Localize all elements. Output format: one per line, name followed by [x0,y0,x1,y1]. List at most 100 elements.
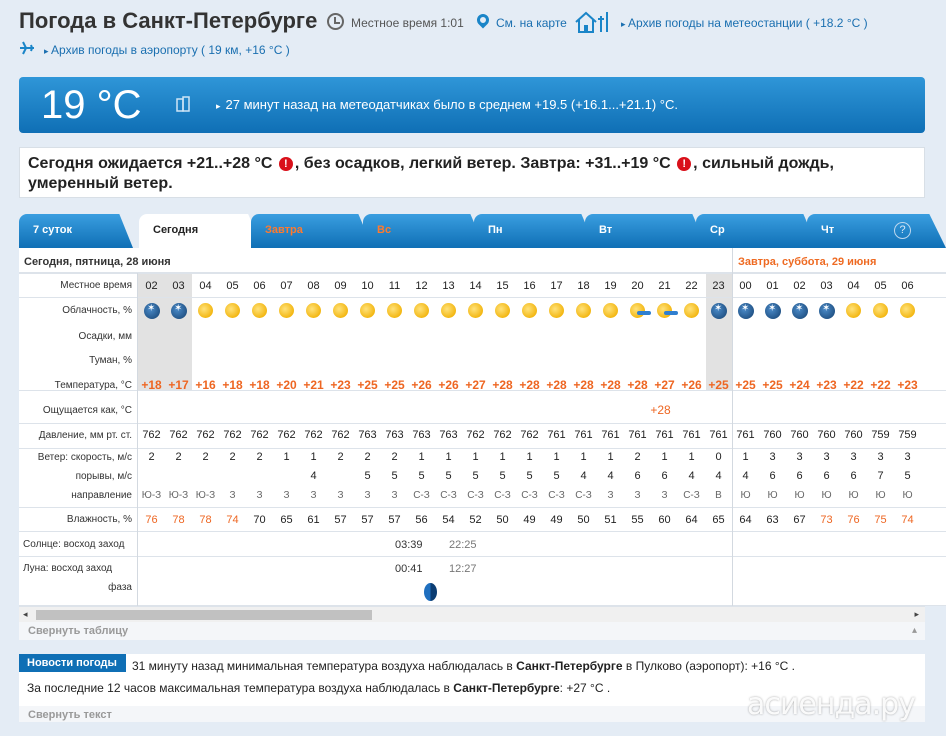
pressure-cell: 763 [358,429,377,441]
sun-icon [414,303,429,318]
pressure-cell: 762 [331,429,350,441]
tab-thursday[interactable]: Чт [807,214,946,248]
sun-cloud-icon [630,303,651,318]
news-city: Санкт-Петербурге [453,681,560,695]
wind-cell: 2 [364,451,371,463]
pressure-cell: 762 [223,429,242,441]
hour-cell: 06 [253,280,266,292]
hour-cell: 04 [847,280,860,292]
pressure-cell: 763 [439,429,458,441]
night-clear-icon [711,303,727,319]
map-pin-icon[interactable] [474,11,492,29]
gust-cell: 5 [418,470,425,482]
direction-cell: З [229,490,236,501]
wind-cell: 3 [904,451,911,463]
temperature-cell: +25 [357,378,378,392]
page-header: Погода в Санкт-Петербурге Местное время … [0,0,946,66]
pressure-cell: 762 [520,429,539,441]
night-clear-icon [171,303,187,319]
humidity-cell: 60 [658,514,671,526]
humidity-cell: 74 [901,514,914,526]
forecast-summary: Сегодня ожидается +21..+28 °C !, без оса… [19,147,925,198]
station-archive-link[interactable]: ▸ Архив погоды на метеостанции ( +18.2 °… [621,16,868,30]
hour-cell: 11 [388,280,401,292]
gust-cell: 5 [391,470,398,482]
tab-today[interactable]: Сегодня [139,214,263,248]
collapse-text-label: Свернуть текст [28,709,112,721]
tab-wednesday[interactable]: Ср [696,214,818,248]
temperature-cell: +23 [816,378,837,392]
direction-cell: Ю-З [168,490,189,501]
wind-cell: 1 [310,451,317,463]
tab-tuesday[interactable]: Вт [585,214,707,248]
row-label-feels: Ощущается как, °C [42,405,132,416]
row-divider [19,273,946,274]
tomorrow-date: Завтра, суббота, 29 июня [738,256,877,268]
humidity-cell: 57 [361,514,374,526]
temperature-cell: +16 [195,378,216,392]
direction-cell: С-З [494,490,511,501]
wind-cell: 1 [418,451,425,463]
wind-cell: 1 [580,451,587,463]
row-label-sun: Солнце: восход заход [23,539,125,550]
news-city: Санкт-Петербурге [516,659,623,673]
summary-text: Сегодня ожидается +21..+28 °C !, без оса… [28,154,908,194]
direction-cell: С-З [521,490,538,501]
hour-cell: 13 [442,280,455,292]
temperature-cell: +18 [249,378,270,392]
tab-tomorrow[interactable]: Завтра [251,214,373,248]
pressure-cell: 762 [142,429,161,441]
tab-monday[interactable]: Пн [474,214,596,248]
gust-cell: 6 [850,470,857,482]
arrow-icon: ▸ [216,101,226,111]
map-link[interactable]: См. на карте [496,16,567,30]
forecast-table: Сегодня, пятница, 28 июня Завтра, суббот… [19,248,946,606]
news-text: За последние 12 часов максимальная темпе… [27,681,454,695]
gust-cell: 4 [715,470,722,482]
gust-cell: 6 [661,470,668,482]
row-label-time: Местное время [60,280,132,291]
hour-cell: 21 [658,280,671,292]
wind-cell: 3 [796,451,803,463]
news-text: в Пулково (аэропорт): +16 °C . [622,659,795,673]
humidity-cell: 78 [172,514,185,526]
page-title: Погода в Санкт-Петербурге [19,8,318,33]
sun-icon [225,303,240,318]
sun-icon [873,303,888,318]
hour-cell: 09 [334,280,347,292]
hour-cell: 07 [280,280,293,292]
wind-cell: 3 [877,451,884,463]
scroll-right-icon[interactable]: ▸ [914,609,919,620]
airport-archive-link[interactable]: ▸ Архив погоды в аэропорту ( 19 км, +16 … [44,43,290,57]
sun-icon [279,303,294,318]
pressure-cell: 762 [304,429,323,441]
row-label-precip: Осадки, мм [78,331,132,342]
sun-icon [549,303,564,318]
tab-sunday[interactable]: Вс [363,214,485,248]
scroll-left-icon[interactable]: ◂ [23,609,28,620]
help-icon[interactable]: ? [894,222,911,239]
hour-cell: 22 [685,280,698,292]
row-label-humidity: Влажность, % [66,514,132,525]
pressure-cell: 760 [817,429,836,441]
temperature-cell: +27 [654,378,675,392]
collapse-table-button[interactable]: Свернуть таблицу ▴ [19,622,925,640]
direction-cell: Ю [848,490,859,501]
scrollbar-thumb[interactable] [36,610,372,620]
table-scrollbar[interactable]: ◂ ▸ [19,606,925,622]
row-divider [19,507,946,508]
temperature-cell: +28 [546,378,567,392]
sun-icon [387,303,402,318]
temperature-cell: +23 [330,378,351,392]
tab-7-days[interactable]: 7 суток [19,214,133,248]
temperature-cell: +26 [411,378,432,392]
direction-cell: З [391,490,398,501]
news-text: 31 минуту назад минимальная температура … [132,659,517,673]
night-clear-icon [792,303,808,319]
current-note: ▸ 27 минут назад на метеодатчиках было в… [216,97,678,112]
wind-cell: 1 [742,451,749,463]
wind-cell: 3 [769,451,776,463]
direction-cell: С-З [440,490,457,501]
direction-cell: З [310,490,317,501]
wind-cell: 3 [823,451,830,463]
